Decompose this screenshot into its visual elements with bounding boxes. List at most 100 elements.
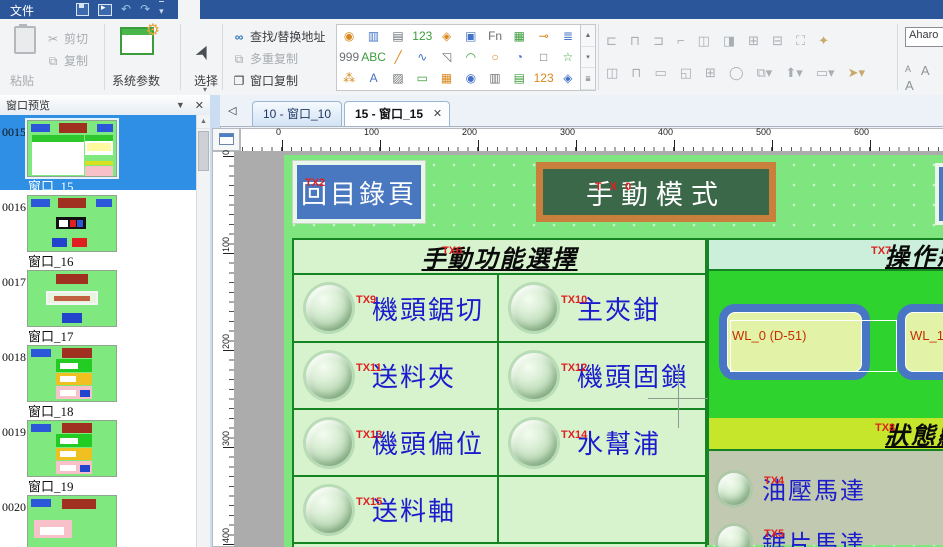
object-icon[interactable]: ∿ bbox=[417, 51, 427, 63]
font-name-select[interactable]: Aharo bbox=[905, 27, 943, 47]
cut-button[interactable]: ✂剪切 bbox=[46, 30, 88, 47]
lamp-sphere[interactable] bbox=[306, 353, 352, 399]
paste-button[interactable]: 粘贴 bbox=[10, 72, 34, 89]
gallery-scroll-button[interactable]: ▲ bbox=[581, 25, 595, 47]
align-icon[interactable]: ➤▾ bbox=[848, 65, 865, 81]
ribbon-tab[interactable] bbox=[288, 0, 310, 19]
system-parameters-button[interactable]: 系统参数 bbox=[112, 72, 160, 89]
panel-scrollbar[interactable]: ▲ bbox=[196, 115, 210, 547]
object-icon[interactable]: ◉ bbox=[344, 30, 354, 42]
lamp-sphere[interactable] bbox=[511, 353, 557, 399]
object-icon[interactable]: ◠ bbox=[466, 51, 476, 63]
ruler-corner-button[interactable] bbox=[212, 128, 240, 151]
object-icon[interactable]: ▥ bbox=[368, 30, 379, 42]
scroll-up-icon[interactable]: ▲ bbox=[197, 115, 210, 129]
function-cell[interactable]: 送料夾 TX11 bbox=[294, 343, 499, 410]
object-icon[interactable]: ◈ bbox=[563, 72, 572, 84]
customize-toolbar-icon[interactable]: ▾ bbox=[159, 1, 164, 21]
align-icon[interactable]: ⧉▾ bbox=[757, 65, 773, 81]
manual-mode-title[interactable]: 手動模式 TX0 bbox=[536, 162, 776, 222]
align-icon[interactable]: ⊞ bbox=[705, 65, 716, 81]
object-icon[interactable]: ▤ bbox=[514, 72, 525, 84]
object-icon[interactable]: ▣ bbox=[465, 30, 476, 42]
status-lamp[interactable]: 鋸片馬達 TX5 bbox=[718, 524, 866, 547]
object-icon[interactable]: ⁂ bbox=[343, 72, 355, 84]
align-icon[interactable]: ◱ bbox=[680, 65, 692, 81]
align-icon[interactable]: ◫ bbox=[698, 33, 710, 49]
object-icon[interactable]: ◈ bbox=[442, 30, 451, 42]
function-cell[interactable]: 機頭鋸切 TX9 bbox=[294, 275, 499, 343]
object-icon[interactable]: ▨ bbox=[392, 72, 403, 84]
function-cell[interactable]: 送料軸 TX15 bbox=[294, 477, 499, 544]
align-icon[interactable]: ▭▾ bbox=[816, 65, 835, 81]
window-thumbnail[interactable] bbox=[27, 195, 117, 252]
tab-close-icon[interactable]: ✕ bbox=[433, 102, 442, 126]
selection-rectangle[interactable] bbox=[730, 320, 897, 372]
select-dropdown-icon[interactable]: ▾ bbox=[203, 85, 207, 94]
window-thumbnail[interactable] bbox=[27, 420, 117, 477]
top-right-button-sliver[interactable] bbox=[935, 163, 943, 225]
object-icon[interactable]: □ bbox=[540, 51, 547, 63]
window-list-item[interactable]: 0018 窗口_18 bbox=[0, 340, 197, 415]
back-to-menu-button[interactable]: 回目錄頁 TX2 bbox=[293, 161, 425, 223]
function-cell[interactable]: 主夾鉗 TX10 bbox=[499, 275, 705, 343]
ribbon-tab[interactable] bbox=[244, 0, 266, 19]
object-icon[interactable]: ▦ bbox=[441, 72, 452, 84]
window-list-item[interactable]: 0016 窗口_16 bbox=[0, 190, 197, 265]
object-icon[interactable]: 123 bbox=[412, 30, 432, 42]
panel-dropdown-icon[interactable]: ▼ bbox=[176, 100, 185, 110]
gallery-scroll-button[interactable]: ≣ bbox=[581, 68, 595, 90]
paste-icon[interactable] bbox=[14, 26, 36, 54]
align-icon[interactable]: ⊟ bbox=[772, 33, 783, 49]
object-icon[interactable]: ▭ bbox=[417, 72, 428, 84]
window-thumbnail[interactable] bbox=[27, 345, 117, 402]
status-lamp[interactable]: 油壓馬達 TX4 bbox=[718, 471, 866, 506]
gallery-scroll-button[interactable]: ▾ bbox=[581, 47, 595, 69]
align-icon[interactable]: ◫ bbox=[606, 65, 618, 81]
align-icon[interactable]: ⬆▾ bbox=[785, 65, 802, 81]
object-icon[interactable]: ▥ bbox=[489, 72, 500, 84]
tab-window-10[interactable]: 10 - 窗口_10 bbox=[252, 101, 342, 126]
object-icon[interactable]: ╱ bbox=[394, 51, 401, 63]
object-icon[interactable]: 123 bbox=[534, 72, 554, 84]
window-copy-button[interactable]: ❐窗口复制 bbox=[232, 72, 298, 89]
function-cell[interactable]: 機頭固鎖 TX12 bbox=[499, 343, 705, 410]
word-lamp[interactable]: WL_1 (D bbox=[897, 304, 943, 380]
font-size-buttons[interactable]: ᴬA A bbox=[905, 63, 943, 93]
function-cell[interactable]: 機頭偏位 TX13 bbox=[294, 410, 499, 477]
panel-close-icon[interactable]: ✕ bbox=[195, 99, 204, 112]
window-thumbnail[interactable] bbox=[27, 120, 117, 177]
window-thumbnail[interactable] bbox=[27, 495, 117, 547]
window-list-item[interactable]: 0019 窗口_19 bbox=[0, 415, 197, 490]
ribbon-tab[interactable] bbox=[178, 0, 200, 19]
object-icon[interactable]: ◔ bbox=[516, 51, 523, 63]
object-icon[interactable]: A bbox=[370, 72, 378, 84]
align-icon[interactable]: ◯ bbox=[729, 65, 744, 81]
ribbon-tab[interactable] bbox=[200, 0, 222, 19]
align-icon[interactable]: ⛶ bbox=[796, 33, 805, 49]
redo-icon[interactable]: ↷ bbox=[140, 0, 150, 19]
function-cell[interactable] bbox=[499, 477, 705, 544]
object-icon[interactable]: ⊸ bbox=[539, 30, 549, 42]
object-icon[interactable]: ≣ bbox=[563, 30, 573, 42]
lamp-sphere[interactable] bbox=[306, 420, 352, 466]
object-icon[interactable]: ABC bbox=[361, 51, 386, 63]
window-list-item[interactable]: 0015 窗口_15 bbox=[0, 115, 197, 190]
align-icon[interactable]: ⊞ bbox=[748, 33, 759, 49]
window-list-item[interactable]: 0020 bbox=[0, 490, 197, 547]
export-icon[interactable] bbox=[98, 4, 112, 16]
object-icon[interactable]: ☆ bbox=[562, 51, 573, 63]
tab-window-15[interactable]: 15 - 窗口_15✕ bbox=[344, 101, 450, 126]
ribbon-tab[interactable] bbox=[222, 0, 244, 19]
function-cell[interactable]: 水幫浦 TX14 bbox=[499, 410, 705, 477]
select-cursor-icon[interactable]: ➤ bbox=[190, 40, 218, 64]
object-icon[interactable]: ◹ bbox=[442, 51, 451, 63]
undo-icon[interactable]: ↶ bbox=[121, 0, 131, 19]
tab-scroll-left-icon[interactable]: ◁ bbox=[228, 104, 236, 117]
scrollbar-thumb[interactable] bbox=[198, 131, 209, 171]
ribbon-tab[interactable] bbox=[310, 0, 332, 19]
lamp-sphere[interactable] bbox=[306, 285, 352, 331]
system-parameters-icon[interactable]: ⚙ bbox=[120, 27, 154, 55]
file-menu[interactable]: 文件 bbox=[0, 0, 48, 19]
window-thumbnail[interactable] bbox=[27, 270, 117, 327]
